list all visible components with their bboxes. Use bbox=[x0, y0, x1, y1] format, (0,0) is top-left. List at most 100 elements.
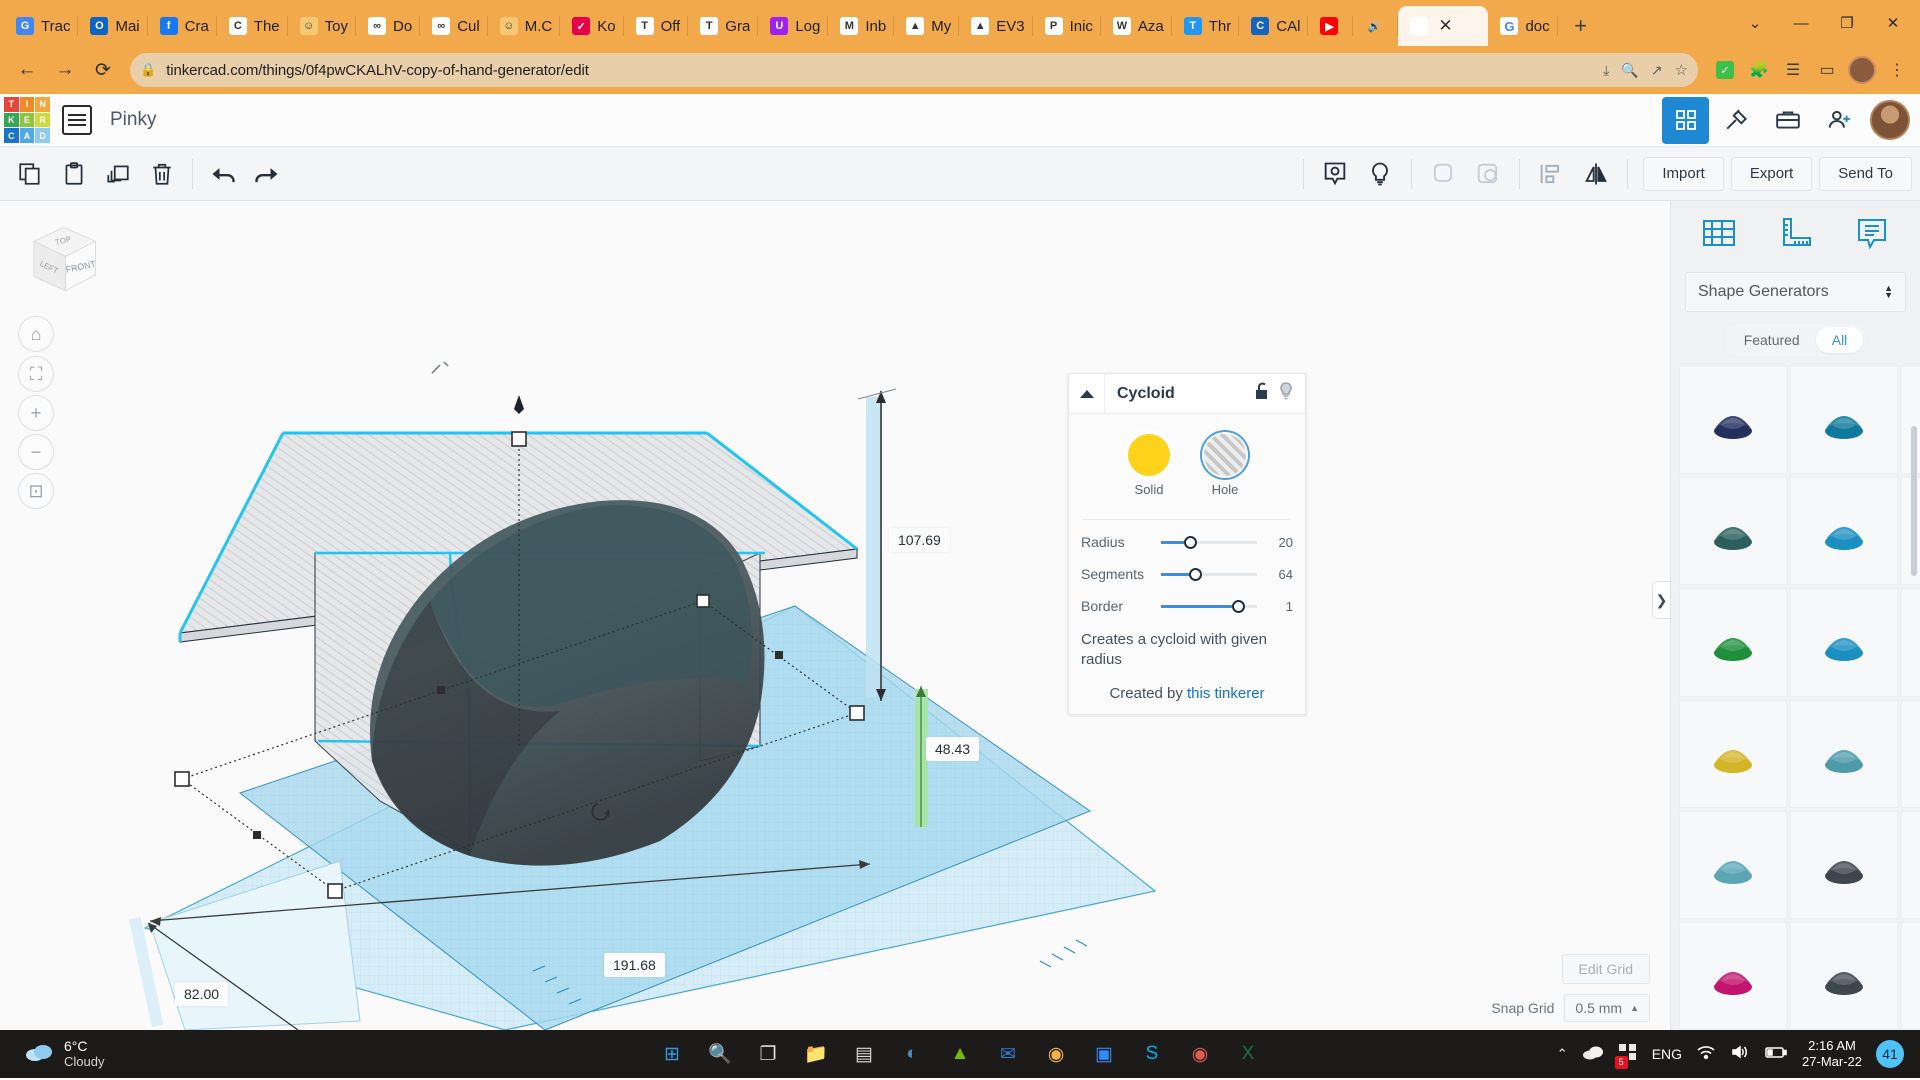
browser-tab-20[interactable]: 🔊 bbox=[1353, 6, 1399, 46]
browser-tab-16[interactable]: W Aza bbox=[1101, 6, 1172, 46]
credit-link[interactable]: this tinkerer bbox=[1187, 685, 1265, 702]
slider-track[interactable] bbox=[1161, 567, 1257, 581]
width-dimension-label[interactable]: 191.68 bbox=[604, 953, 665, 977]
microsoft-store-icon[interactable]: ▤ bbox=[844, 1034, 884, 1074]
wifi-icon[interactable] bbox=[1696, 1044, 1716, 1065]
window-minimize-icon[interactable]: — bbox=[1778, 3, 1824, 43]
browser-tab-14[interactable]: ▲ EV3 bbox=[959, 6, 1033, 46]
shape-green-trapezoid[interactable] bbox=[1901, 810, 1920, 919]
browser-tab-active[interactable]: ✕ bbox=[1398, 6, 1489, 46]
import-button[interactable]: Import bbox=[1643, 156, 1724, 191]
solid-option[interactable]: Solid bbox=[1128, 434, 1170, 497]
share-icon[interactable]: ↗ bbox=[1651, 62, 1663, 79]
browser-tab-0[interactable]: G Trac bbox=[4, 6, 79, 46]
browser-tab-4[interactable]: ☺ Toy bbox=[288, 6, 357, 46]
browser-tab-1[interactable]: O Mai bbox=[78, 6, 148, 46]
green-check-icon[interactable]: ✓ bbox=[1712, 57, 1738, 83]
category-select[interactable]: Shape Generators ▲ ▼ bbox=[1685, 272, 1906, 312]
new-tab-button[interactable]: + bbox=[1566, 11, 1596, 41]
hole-swatch[interactable] bbox=[1204, 434, 1246, 476]
slider-radius[interactable]: Radius 20 bbox=[1081, 534, 1293, 550]
slider-border[interactable]: Border 1 bbox=[1081, 598, 1293, 614]
bookmark-star-icon[interactable]: ☆ bbox=[1675, 61, 1688, 79]
tab-featured[interactable]: Featured bbox=[1728, 327, 1816, 353]
shape-blue-fluted-cylinder[interactable] bbox=[1790, 588, 1899, 697]
send-to-button[interactable]: Send To bbox=[1819, 156, 1912, 191]
undo-arrow-icon[interactable] bbox=[201, 152, 245, 196]
browser-tab-7[interactable]: ☺ M.C bbox=[488, 6, 561, 46]
volume-icon[interactable] bbox=[1730, 1044, 1750, 1065]
window-close-icon[interactable]: ✕ bbox=[1870, 3, 1916, 43]
shape-red-gem[interactable] bbox=[1901, 588, 1920, 697]
lightbulb-icon[interactable] bbox=[1277, 381, 1295, 406]
clock[interactable]: 2:16 AM 27-Mar-22 bbox=[1802, 1038, 1862, 1071]
fit-to-view-icon[interactable]: ⛶ bbox=[18, 356, 54, 392]
sidebar-scrollbar[interactable] bbox=[1911, 426, 1917, 576]
view-cube[interactable]: TOP LEFT FRONT bbox=[18, 215, 106, 303]
slider-track[interactable] bbox=[1161, 599, 1257, 613]
browser-tab-12[interactable]: M Inb bbox=[828, 6, 895, 46]
browser-tab-18[interactable]: C CAl bbox=[1239, 6, 1309, 46]
forward-icon[interactable]: → bbox=[48, 53, 82, 87]
workplane-icon[interactable] bbox=[1313, 152, 1357, 196]
snap-grid-select[interactable]: 0.5 mm ▲ bbox=[1564, 994, 1650, 1022]
align-icon[interactable] bbox=[1529, 152, 1573, 196]
avatar[interactable] bbox=[1848, 56, 1876, 84]
mail-icon[interactable]: ✉ bbox=[988, 1034, 1028, 1074]
shape-dark-notched-block[interactable] bbox=[1901, 921, 1920, 1030]
browser-tab-9[interactable]: T Off bbox=[624, 6, 689, 46]
page-title[interactable]: Pinky bbox=[110, 109, 156, 131]
redo-arrow-icon[interactable] bbox=[245, 152, 289, 196]
workplane-dimension-label[interactable]: 82.00 bbox=[175, 982, 229, 1006]
excel-icon[interactable]: X bbox=[1228, 1034, 1268, 1074]
download-icon[interactable]: ⤓ bbox=[1603, 62, 1609, 79]
python-icon[interactable]: ◐ bbox=[892, 1034, 932, 1074]
browser-tab-10[interactable]: T Gra bbox=[688, 6, 759, 46]
onedrive-cloud-icon[interactable] bbox=[1582, 1044, 1604, 1065]
reload-icon[interactable]: ⟳ bbox=[86, 53, 120, 87]
slider-track[interactable] bbox=[1161, 535, 1257, 549]
zoom-app-icon[interactable]: ▣ bbox=[1084, 1034, 1124, 1074]
grid-workplane-icon[interactable] bbox=[1698, 215, 1740, 258]
browser-tab-17[interactable]: T Thr bbox=[1172, 6, 1240, 46]
chrome-icon[interactable]: ◉ bbox=[1036, 1034, 1076, 1074]
search-icon[interactable]: 🔍 bbox=[700, 1034, 740, 1074]
ruler-icon[interactable] bbox=[1774, 215, 1816, 258]
tinkercad-logo[interactable]: TIN KER CAD bbox=[4, 97, 50, 143]
collapse-caret-icon[interactable] bbox=[1069, 373, 1105, 414]
lightbulb-note-icon[interactable] bbox=[1358, 152, 1402, 196]
shape-magenta-prism[interactable] bbox=[1679, 921, 1788, 1030]
slider-knob[interactable] bbox=[1231, 599, 1245, 613]
shape-gear-disc[interactable] bbox=[1679, 477, 1788, 586]
codeblocks-hammer-icon[interactable] bbox=[1713, 97, 1760, 144]
zoom-icon[interactable]: 🔍 bbox=[1621, 62, 1638, 79]
browser-tab-6[interactable]: ∞ Cul bbox=[420, 6, 488, 46]
delete-trash-icon[interactable] bbox=[140, 152, 184, 196]
duplicate-icon[interactable] bbox=[96, 152, 140, 196]
project-list-icon[interactable] bbox=[62, 105, 92, 135]
shape-ribbed-cylinder[interactable] bbox=[1790, 477, 1899, 586]
window-maximize-icon[interactable]: ❐ bbox=[1824, 3, 1870, 43]
browser-tab-15[interactable]: P Inic bbox=[1033, 6, 1102, 46]
solid-swatch[interactable] bbox=[1128, 434, 1170, 476]
depth-dimension-label[interactable]: 48.43 bbox=[926, 737, 980, 761]
list-icon[interactable]: ☰ bbox=[1780, 57, 1806, 83]
paste-icon[interactable] bbox=[52, 152, 96, 196]
skype-icon[interactable]: S bbox=[1132, 1034, 1172, 1074]
mirror-flip-icon[interactable] bbox=[1574, 152, 1618, 196]
briefcase-icon[interactable] bbox=[1764, 97, 1811, 144]
export-button[interactable]: Export bbox=[1730, 156, 1813, 191]
shape-yellow-arc[interactable] bbox=[1679, 699, 1788, 808]
grid-blocks-icon[interactable] bbox=[1662, 96, 1709, 144]
action-center-badge[interactable]: 41 bbox=[1876, 1040, 1904, 1068]
panel-collapse-button[interactable]: ❯ bbox=[1652, 581, 1670, 619]
shape-navy-curve[interactable] bbox=[1679, 366, 1788, 475]
browser-tab-19[interactable]: ▶ bbox=[1308, 6, 1354, 46]
unlock-icon[interactable] bbox=[1253, 381, 1271, 406]
start-button[interactable]: ⊞ bbox=[652, 1034, 692, 1074]
browser-tab-8[interactable]: ✓ Ko bbox=[560, 6, 624, 46]
tray-chevron-icon[interactable]: ⌃ bbox=[1557, 1046, 1568, 1062]
browser-menu-icon[interactable]: ⋮ bbox=[1884, 57, 1910, 83]
shape-teal-torus[interactable] bbox=[1790, 366, 1899, 475]
add-person-icon[interactable] bbox=[1815, 97, 1862, 144]
